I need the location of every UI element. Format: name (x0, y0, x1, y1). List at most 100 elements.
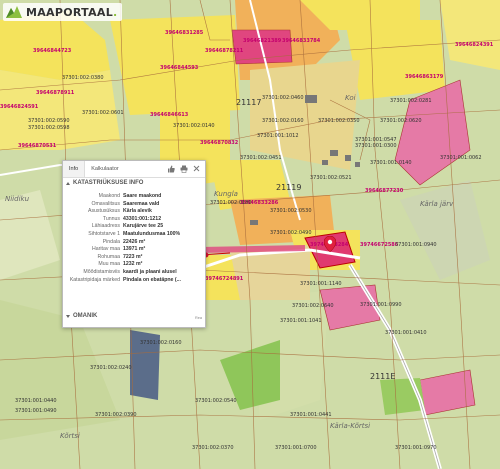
cadastral-label: 39646844593 (160, 65, 199, 71)
thumbs-up-icon[interactable] (166, 164, 175, 173)
parcel-code: 37301:002:0460 (262, 95, 304, 101)
parcel-code: 37301:001:0440 (15, 398, 57, 404)
row-key: Katastripidaja märked (69, 276, 120, 283)
info-row: Asustusüksus Kärla alevik (63, 208, 205, 216)
section-title: OMANIK (73, 313, 98, 319)
parcel-code: 37301:001:0700 (275, 445, 317, 451)
info-row: Maakond Saare maakond (63, 193, 205, 201)
parcel-code: 37301:002:0490 (270, 230, 312, 236)
row-key: Haritav maa (92, 246, 120, 253)
parcel-code: 37301:002:0530 (270, 208, 312, 214)
collapse-caret-icon (66, 182, 70, 185)
map-number: 21119 (276, 183, 302, 192)
parcel-code: 37301:001:1041 (280, 318, 322, 324)
info-row: Lähiaadress Karujärve tee 25 (63, 223, 205, 231)
row-key: Mõõdistamisviis (83, 268, 120, 275)
row-key: Sihtotstarve 1 (88, 230, 120, 237)
maaportaal-logo[interactable]: MAAPORTAAL. (3, 3, 122, 21)
section-katastriyksuse-info[interactable]: KATASTRIÜKSUSE INFO (63, 178, 205, 189)
row-value: Maatulundusmaa 100% (123, 230, 181, 237)
row-key: Tunnus (102, 215, 120, 222)
row-key: Maakond (98, 193, 120, 199)
place-name: Kärla-Kõrtsi (330, 422, 371, 430)
logo-icon (6, 6, 22, 18)
cadastral-label: 39646870531 (18, 143, 57, 149)
cadastral-label: 39646821389 (243, 38, 282, 44)
row-value: 13971 m² (123, 246, 146, 253)
parcel-code: 37301:002:0140 (173, 123, 215, 129)
parcel-code: 37301:002:0521 (310, 175, 352, 181)
parcel-code: 37301:002:0390 (95, 412, 137, 418)
parcel-code: 37301:001:1012 (257, 133, 299, 139)
row-key: Lähiaadress (91, 223, 120, 230)
section-omanik[interactable]: OMANIK (63, 311, 97, 322)
info-row: Tunnus 43301:001:1212 (63, 216, 205, 224)
cadastral-label: 39746724891 (205, 276, 244, 282)
print-icon[interactable] (179, 164, 188, 173)
place-name: Kungla (214, 190, 238, 198)
parcel-code: 37301:001:1140 (300, 281, 342, 287)
section-title: KATASTRIÜKSUSE INFO (73, 180, 144, 186)
parcel-info-popup: Info Kalkulaator KATASTRIÜKSUSE INFO Maa… (62, 160, 206, 328)
place-name: Kärla järv (420, 200, 454, 208)
info-row: Rohumaa 7223 m² (63, 254, 205, 262)
row-key: Omavalitsus (91, 200, 120, 207)
parcel-code: 37301:002:0350 (318, 118, 360, 124)
parcel-code: 37301:002:0640 (292, 303, 334, 309)
cadastral-label: 39646831285 (165, 30, 204, 36)
row-key: Pindala (102, 238, 120, 245)
row-value[interactable]: Pindala on ebatäpne (... (123, 277, 205, 291)
parcel-code: 37301:002:0598 (28, 125, 70, 131)
parcel-code: 37301:002:0590 (28, 118, 70, 124)
info-row: Muu maa 1232 m² (63, 261, 205, 269)
location-pin-icon[interactable] (324, 236, 336, 252)
row-value: 22426 m² (123, 238, 146, 245)
parcel-code: 37301:001:0940 (395, 242, 437, 248)
row-value: 43301:001:1212 (123, 215, 162, 222)
logo-text: MAAPORTAAL. (26, 5, 118, 19)
cadastral-label: 39646833784 (282, 38, 321, 44)
parcel-code: 37301:001:0410 (385, 330, 427, 336)
parcel-code: 37301:001:0062 (440, 155, 482, 161)
parcel-code: 37301:001:0990 (360, 302, 402, 308)
parcel-code: 37301:002:0160 (140, 340, 182, 346)
parcel-code: 37301:002:0160 (262, 118, 304, 124)
parcel-code: 37301:002:0601 (82, 110, 124, 116)
parcel-code: 37301:001:0970 (395, 445, 437, 451)
row-value[interactable]: kaardi ja plaani alusel (123, 269, 205, 277)
row-value: Kärla alevik (123, 208, 152, 215)
parcel-code: 37301:002:0451 (240, 155, 282, 161)
info-row: Sihtotstarve 1 Maatulundusmaa 100% (63, 231, 205, 239)
place-name: Kõrtsi (60, 432, 80, 440)
cadastral-label: 39646878211 (205, 48, 244, 54)
row-value: 1232 m² (123, 261, 143, 268)
row-key: Muu maa (98, 261, 120, 268)
row-value: Saaremaa vald (123, 200, 160, 207)
expand-caret-icon (66, 315, 70, 318)
cadastral-label: 39646870832 (200, 140, 239, 146)
tab-info[interactable]: Info (63, 161, 86, 177)
info-rows: Maakond Saare maakond Omavalitsus Saaremaa… (63, 193, 205, 291)
row-key: Rohumaa (97, 253, 121, 260)
cadastral-label: 39646863179 (405, 74, 444, 80)
parcel-code: 37301:001:0140 (370, 160, 412, 166)
parcel-code: 37301:002:0240 (90, 365, 132, 371)
parcel-code: 37301:002:0281 (390, 98, 432, 104)
place-name: Koi (345, 94, 356, 102)
row-value: Karujärve tee 25 (123, 223, 164, 230)
parcel-code: 37301:002:0620 (380, 118, 422, 124)
close-icon[interactable] (192, 164, 201, 173)
map-number: 2111E (370, 372, 396, 381)
info-row: Haritav maa 13971 m² (63, 246, 205, 254)
parcel-code: 37301:002:0380 (62, 75, 104, 81)
cadastral-label: 39646844723 (33, 48, 72, 54)
parcel-code: 37301:001:0441 (290, 412, 332, 418)
tab-kalkulaator[interactable]: Kalkulaator (85, 161, 125, 177)
parcel-code: 37301:001:0490 (15, 408, 57, 414)
info-row: Omavalitsus Saaremaa vald (63, 201, 205, 209)
parcel-code: 37301:002:0180 (210, 200, 252, 206)
map-number: 21117 (236, 98, 262, 107)
row-value: 7223 m² (123, 253, 143, 260)
popup-tabs: Info Kalkulaator (63, 161, 205, 178)
popup-footer-text: Rea (195, 316, 202, 320)
